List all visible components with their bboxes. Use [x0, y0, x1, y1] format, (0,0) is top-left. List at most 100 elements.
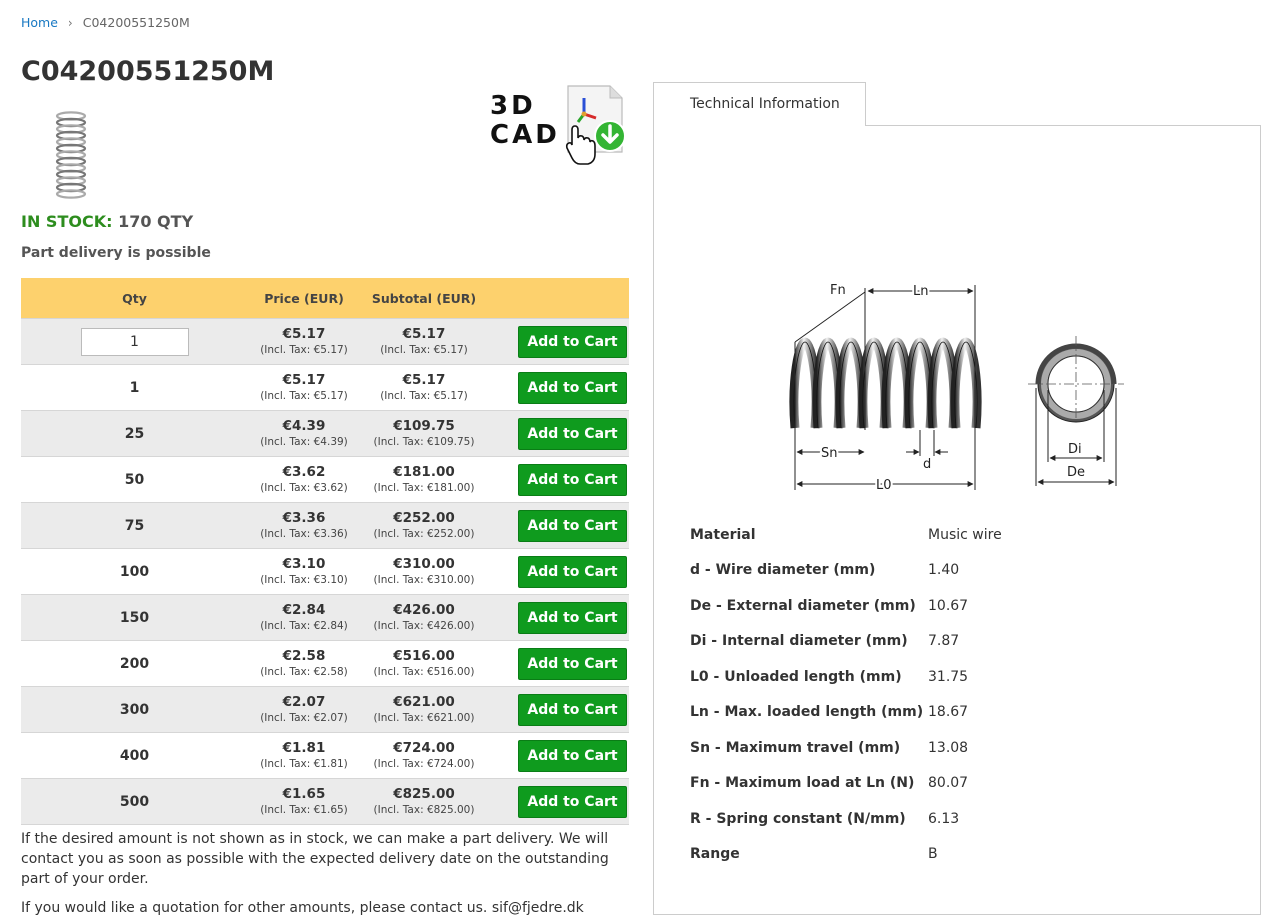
breadcrumb-home-link[interactable]: Home	[21, 15, 58, 30]
price-tier-row: 200 €2.58 (Incl. Tax: €2.58) €516.00 (Incl. …	[21, 640, 629, 687]
tier-qty: 400	[21, 732, 248, 779]
add-to-cart-button[interactable]: Add to Cart	[518, 325, 627, 358]
quantity-input[interactable]	[80, 327, 189, 356]
unit-price: €3.36	[282, 509, 326, 526]
subtotal-tax: (Incl. Tax: €5.17)	[380, 343, 468, 356]
subtotal: €825.00	[393, 785, 455, 802]
spec-key: Sn - Maximum travel (mm)	[690, 739, 901, 756]
add-to-cart-button[interactable]: Add to Cart	[518, 693, 627, 726]
svg-text:Ln: Ln	[913, 284, 928, 299]
unit-price-tax: (Incl. Tax: €1.81)	[260, 757, 348, 770]
subtotal: €724.00	[393, 739, 455, 756]
subtotal-tax: (Incl. Tax: €516.00)	[373, 665, 475, 678]
add-to-cart-button[interactable]: Add to Cart	[518, 509, 627, 542]
add-to-cart-button[interactable]: Add to Cart	[518, 785, 627, 818]
subtotal-header: Subtotal (EUR)	[360, 278, 488, 319]
add-to-cart-button[interactable]: Add to Cart	[518, 601, 627, 634]
subtotal-tax: (Incl. Tax: €724.00)	[373, 757, 475, 770]
subtotal: €310.00	[393, 555, 455, 572]
unit-price-tax: (Incl. Tax: €4.39)	[260, 435, 348, 448]
spec-row: L0 - Unloaded length (mm) 31.75	[690, 659, 1002, 695]
subtotal-tax: (Incl. Tax: €181.00)	[373, 481, 475, 494]
spec-key: Range	[690, 846, 740, 863]
unit-price: €1.65	[282, 785, 326, 802]
spec-value: 7.87	[928, 633, 960, 650]
svg-text:Fn: Fn	[830, 283, 846, 298]
breadcrumb-current: C04200551250M	[82, 15, 190, 30]
tier-qty: 50	[21, 456, 248, 503]
tab-technical-information[interactable]: Technical Information	[653, 82, 866, 126]
tier-qty: 500	[21, 778, 248, 825]
subtotal: €5.17	[402, 325, 446, 342]
spec-value: B	[928, 846, 938, 863]
add-to-cart-button[interactable]: Add to Cart	[518, 371, 627, 404]
unit-price-tax: (Incl. Tax: €3.10)	[260, 573, 348, 586]
tier-qty: 75	[21, 502, 248, 549]
subtotal-tax: (Incl. Tax: €621.00)	[373, 711, 475, 724]
spec-row: Ln - Max. loaded length (mm) 18.67	[690, 695, 1002, 731]
unit-price-tax: (Incl. Tax: €3.62)	[260, 481, 348, 494]
spec-value: 80.07	[928, 775, 969, 792]
add-to-cart-button[interactable]: Add to Cart	[518, 739, 627, 772]
product-image[interactable]	[48, 108, 94, 202]
stock-status: IN STOCK: 170 QTY	[21, 212, 193, 231]
spec-row: Di - Internal diameter (mm) 7.87	[690, 624, 1002, 660]
spec-value: 31.75	[928, 668, 969, 685]
price-tier-row: 50 €3.62 (Incl. Tax: €3.62) €181.00 (Incl. T…	[21, 456, 629, 503]
unit-price: €5.17	[282, 325, 326, 342]
cad-label: 3D CAD	[490, 91, 560, 150]
spec-row: Range B	[690, 837, 1002, 873]
unit-price-tax: (Incl. Tax: €1.65)	[260, 803, 348, 816]
spec-value: 10.67	[928, 597, 969, 614]
subtotal-tax: (Incl. Tax: €109.75)	[373, 435, 475, 448]
price-tier-row: 500 €1.65 (Incl. Tax: €1.65) €825.00 (Incl. …	[21, 778, 629, 825]
action-header	[488, 278, 629, 319]
cad-file-download-icon	[565, 85, 626, 165]
spec-key: Fn - Maximum load at Ln (N)	[690, 775, 915, 792]
add-to-cart-button[interactable]: Add to Cart	[518, 647, 627, 680]
spec-key: Di - Internal diameter (mm)	[690, 633, 908, 650]
stock-label: IN STOCK:	[21, 212, 113, 231]
tier-qty: 200	[21, 640, 248, 687]
spec-key: R - Spring constant (N/mm)	[690, 810, 906, 827]
unit-price-tax: (Incl. Tax: €2.84)	[260, 619, 348, 632]
spec-key: d - Wire diameter (mm)	[690, 562, 876, 579]
subtotal: €181.00	[393, 463, 455, 480]
tier-qty: 100	[21, 548, 248, 595]
add-to-cart-button[interactable]: Add to Cart	[518, 555, 627, 588]
subtotal-tax: (Incl. Tax: €5.17)	[380, 389, 468, 402]
svg-text:Sn: Sn	[821, 446, 838, 461]
price-tier-row: 25 €4.39 (Incl. Tax: €4.39) €109.75 (Incl. T…	[21, 410, 629, 457]
svg-text:d: d	[923, 457, 931, 472]
cad-download-button[interactable]: 3D CAD	[490, 84, 635, 170]
unit-price-tax: (Incl. Tax: €5.17)	[260, 389, 348, 402]
spec-value: Music wire	[928, 526, 1002, 543]
subtotal: €426.00	[393, 601, 455, 618]
spec-row: De - External diameter (mm) 10.67	[690, 588, 1002, 624]
svg-text:L0: L0	[876, 478, 892, 493]
spec-value: 6.13	[928, 810, 960, 827]
unit-price: €1.81	[282, 739, 326, 756]
price-tier-row: 75 €3.36 (Incl. Tax: €3.36) €252.00 (Incl. T…	[21, 502, 629, 549]
spec-key: Ln - Max. loaded length (mm)	[690, 704, 924, 721]
spec-value: 18.67	[928, 704, 969, 721]
add-to-cart-button[interactable]: Add to Cart	[518, 463, 627, 496]
subtotal-tax: (Incl. Tax: €252.00)	[373, 527, 475, 540]
spec-row: Sn - Maximum travel (mm) 13.08	[690, 730, 1002, 766]
add-to-cart-button[interactable]: Add to Cart	[518, 417, 627, 450]
price-table: Qty Price (EUR) Subtotal (EUR) €5.17 (In…	[21, 278, 629, 825]
tier-qty: 25	[21, 410, 248, 457]
unit-price: €3.62	[282, 463, 326, 480]
subtotal-tax: (Incl. Tax: €426.00)	[373, 619, 475, 632]
subtotal-tax: (Incl. Tax: €825.00)	[373, 803, 475, 816]
spec-row: Material Music wire	[690, 517, 1002, 553]
spec-key: Material	[690, 526, 756, 543]
page-title: C04200551250M	[21, 56, 275, 87]
spec-row: R - Spring constant (N/mm) 6.13	[690, 801, 1002, 837]
subtotal: €109.75	[393, 417, 455, 434]
price-tier-row: 300 €2.07 (Incl. Tax: €2.07) €621.00 (Incl. …	[21, 686, 629, 733]
unit-price-tax: (Incl. Tax: €2.58)	[260, 665, 348, 678]
unit-price-tax: (Incl. Tax: €2.07)	[260, 711, 348, 724]
quotation-info: If you would like a quotation for other …	[21, 900, 584, 916]
price-table-header: Qty Price (EUR) Subtotal (EUR)	[21, 278, 629, 319]
